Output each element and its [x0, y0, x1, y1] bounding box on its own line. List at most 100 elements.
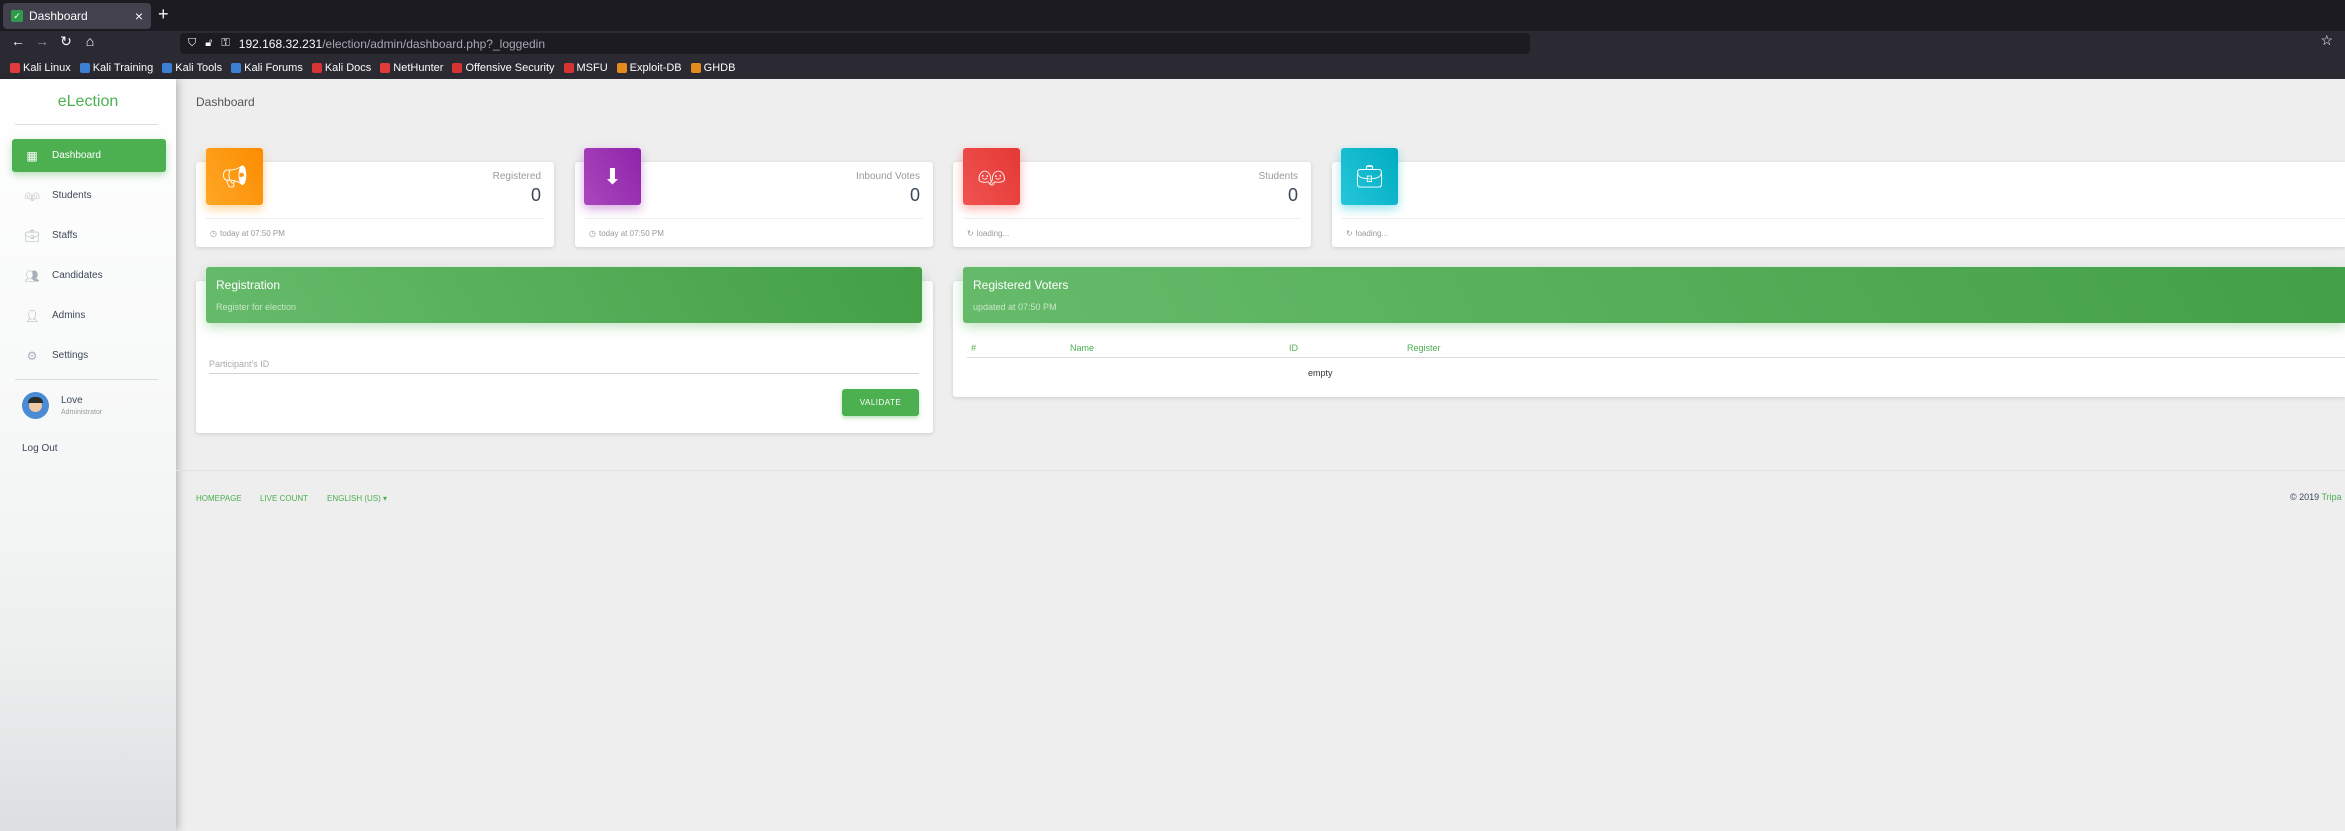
refresh-icon: ↻ [1346, 229, 1353, 238]
sidebar-item-label: Admins [52, 310, 86, 321]
url-host: 192.168.32.231 [238, 36, 323, 51]
reload-icon[interactable]: ↻ [56, 33, 76, 50]
bookmark-label: NetHunter [393, 61, 444, 74]
bookmark-item[interactable]: Offensive Security [452, 61, 555, 74]
stat-footer: ◷ today at 07:50 PM [589, 229, 664, 238]
shield-icon: ⛉ [188, 37, 197, 49]
stat-footer: ↻ loading... [967, 229, 1010, 238]
footer-language-dropdown[interactable]: ENGLISH (US) ▾ [327, 494, 387, 503]
logout-link[interactable]: Log Out [22, 443, 58, 454]
lock-icon: 🔓︎ [205, 37, 213, 49]
bookmark-favicon-icon [162, 62, 173, 73]
bookmark-item[interactable]: Kali Training [79, 61, 154, 74]
forward-arrow-icon[interactable]: → [32, 33, 52, 49]
column-header-name: Name [1070, 343, 1095, 353]
bookmark-favicon-icon [311, 62, 322, 73]
bookmark-item[interactable]: Kali Linux [10, 62, 71, 74]
sidebar-item-settings[interactable]: ⚙ Settings [12, 339, 166, 372]
bookmark-favicon-icon [563, 62, 574, 73]
students-icon: 👫︎ [963, 148, 1020, 205]
sidebar-divider [15, 124, 158, 125]
copyright-brand-link[interactable]: Tripa [2322, 492, 2342, 502]
inbox-icon: ⬇ [584, 148, 641, 205]
footer-link-homepage[interactable]: HOMEPAGE [196, 494, 242, 503]
sidebar-item-dashboard[interactable]: ▦ Dashboard [12, 139, 166, 172]
broadcast-icon: 📢︎ [206, 148, 263, 205]
sidebar-item-label: Students [52, 190, 92, 201]
stat-category: Students [1258, 171, 1298, 182]
back-arrow-icon[interactable]: ← [8, 33, 28, 49]
column-header-number: # [971, 343, 977, 353]
sidebar-item-label: Settings [52, 350, 89, 361]
browser-tab-bar: ✓ Dashboard × + [0, 0, 2345, 31]
sidebar-item-staffs[interactable]: 💼︎ Staffs [12, 219, 166, 252]
bookmark-item[interactable]: MSFU [563, 62, 608, 74]
sidebar-divider [15, 379, 158, 380]
bookmark-item[interactable]: GHDB [690, 61, 736, 74]
bookmark-favicon-icon [452, 62, 463, 73]
column-header-register: Register [1407, 343, 1441, 353]
user-profile[interactable]: Love Administrator [22, 392, 102, 419]
bookmark-favicon-icon [616, 62, 627, 73]
briefcase-icon: 💼︎ [1341, 148, 1398, 205]
bookmark-item[interactable]: Kali Docs [311, 61, 372, 74]
bookmark-favicon-icon [79, 62, 90, 73]
avatar [22, 392, 49, 419]
stat-card-staffs: ↻ loading... [1332, 162, 2345, 247]
bookmark-item[interactable]: Kali Tools [162, 62, 222, 74]
new-tab-button[interactable]: + [158, 4, 169, 25]
tab-title: Dashboard [29, 9, 88, 23]
registered-voters-header: Registered Voters updated at 07:50 PM [963, 267, 2345, 323]
students-icon: 👫︎ [24, 188, 40, 203]
stat-category: Registered [492, 171, 541, 182]
sidebar-item-label: Staffs [52, 230, 78, 241]
caret-down-icon: ▾ [383, 494, 388, 503]
home-icon[interactable]: ⌂ [80, 33, 100, 49]
clock-icon: ◷ [210, 229, 217, 238]
tab-favicon-icon: ✓ [11, 10, 23, 22]
stat-value: 0 [909, 185, 920, 205]
stat-value: 0 [530, 185, 541, 205]
bookmark-label: Exploit-DB [629, 61, 682, 74]
sidebar-item-label: Dashboard [52, 150, 101, 161]
participant-id-input[interactable] [209, 373, 919, 374]
footer-link-live-count[interactable]: LIVE COUNT [260, 494, 308, 503]
column-header-id: ID [1289, 343, 1298, 353]
gear-icon: ⚙ [26, 348, 38, 363]
key-icon: ⚿ [221, 37, 230, 49]
registration-title: Registration [216, 278, 281, 292]
bookmark-star-icon[interactable]: ☆ [2320, 32, 2333, 49]
clock-icon: ◷ [589, 229, 596, 238]
browser-tab-dashboard[interactable]: ✓ Dashboard × [3, 3, 151, 29]
browser-nav-bar: ← → ↻ ⌂ ⛉ 🔓︎ ⚿ 192.168.32.231/election/a… [0, 31, 2345, 56]
bookmark-label: Kali Docs [324, 61, 372, 74]
bookmark-favicon-icon [380, 62, 391, 73]
bookmark-favicon-icon [231, 62, 242, 73]
url-bar[interactable]: ⛉ 🔓︎ ⚿ 192.168.32.231/election/admin/das… [180, 33, 1530, 54]
sidebar-item-admins[interactable]: 👤︎ Admins [12, 299, 166, 332]
bookmark-label: Offensive Security [465, 61, 555, 74]
stat-value: 0 [1287, 185, 1298, 205]
bookmark-label: Kali Training [92, 61, 154, 74]
briefcase-icon: 💼︎ [24, 228, 40, 243]
bookmark-item[interactable]: Exploit-DB [616, 61, 682, 74]
registered-voters-title: Registered Voters [973, 278, 1069, 292]
sidebar-item-candidates[interactable]: 👥︎ Candidates [12, 259, 166, 292]
participant-id-label: Participant's ID [209, 359, 270, 369]
bookmark-item[interactable]: NetHunter [380, 62, 443, 74]
bookmark-item[interactable]: Kali Forums [231, 62, 303, 74]
stat-category: Inbound Votes [856, 171, 920, 182]
refresh-icon: ↻ [967, 229, 974, 238]
bookmark-label: Kali Linux [23, 61, 71, 74]
user-role: Administrator [61, 409, 103, 416]
sidebar-item-students[interactable]: 👫︎ Students [12, 179, 166, 212]
validate-button[interactable]: VALIDATE [842, 389, 919, 416]
tab-close-icon[interactable]: × [135, 8, 143, 24]
stat-footer: ◷ today at 07:50 PM [210, 229, 285, 238]
registration-header: Registration Register for election [206, 267, 922, 323]
registration-subtitle: Register for election [216, 302, 297, 312]
bookmark-label: GHDB [703, 61, 736, 74]
brand-logo[interactable]: eLection [0, 93, 176, 111]
people-icon: 👥︎ [24, 268, 40, 283]
table-empty-message: empty [1308, 368, 1333, 378]
